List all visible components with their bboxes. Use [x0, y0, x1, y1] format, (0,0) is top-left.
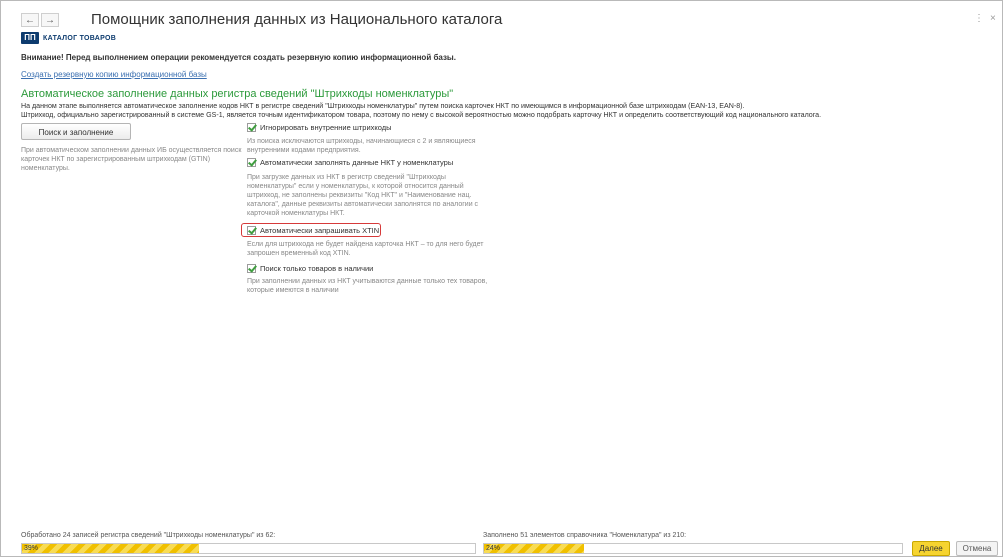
option-label: Поиск только товаров в наличии — [260, 264, 374, 273]
forward-arrow-icon[interactable]: → — [41, 13, 59, 27]
progress-percent: 39% — [24, 545, 39, 552]
option-auto-request-xtin[interactable]: Автоматически запрашивать XTIN — [247, 226, 379, 235]
checkbox-checked-icon[interactable] — [247, 123, 256, 132]
back-arrow-icon[interactable]: ← — [21, 13, 39, 27]
backup-warning: Внимание! Перед выполнением операции рек… — [21, 53, 456, 62]
cancel-button[interactable]: Отмена — [956, 541, 998, 556]
checkbox-checked-icon[interactable] — [247, 158, 256, 167]
section-title: Автоматическое заполнение данных регистр… — [21, 88, 454, 100]
option-hint: При загрузке данных из НКТ в регистр све… — [247, 174, 479, 217]
records-progress-bar: 39% — [21, 543, 476, 554]
section-description-line-1: На данном этапе выполняется автоматическ… — [21, 102, 745, 110]
search-and-fill-button[interactable]: Поиск и заполнение — [21, 123, 131, 140]
catalog-logo-text: КАТАЛОГ ТОВАРОВ — [43, 34, 117, 42]
next-button[interactable]: Далее — [912, 541, 950, 556]
window-title: Помощник заполнения данных из Национальн… — [91, 11, 503, 28]
assistant-window: ← → Помощник заполнения данных из Национ… — [0, 0, 1003, 557]
progress-fill — [22, 544, 199, 553]
create-backup-link[interactable]: Создать резервную копию информационной б… — [21, 70, 207, 79]
close-icon[interactable]: × — [990, 13, 996, 24]
items-progress-label: Заполнено 51 элементов справочника "Номе… — [483, 532, 687, 539]
option-in-stock-only[interactable]: Поиск только товаров в наличии — [247, 264, 373, 273]
option-autofill-nkt-data[interactable]: Автоматически заполнять данные НКТ у ном… — [247, 158, 453, 167]
checkbox-checked-icon[interactable] — [247, 226, 256, 235]
option-label: Автоматически заполнять данные НКТ у ном… — [260, 158, 454, 167]
option-hint: Если для штрихкода не будет найдена карт… — [247, 241, 484, 257]
catalog-logo-mark: ПП — [21, 32, 39, 44]
option-label: Игнорировать внутренние штрихкоды — [260, 123, 392, 132]
progress-percent: 24% — [486, 545, 501, 552]
search-hint: При автоматическом заполнении данных ИБ … — [21, 147, 242, 172]
option-hint: При заполнении данных из НКТ учитываются… — [247, 278, 488, 294]
checkbox-checked-icon[interactable] — [247, 264, 256, 273]
catalog-logo: ПП КАТАЛОГ ТОВАРОВ — [21, 31, 116, 45]
section-description-line-2: Штрихкод, официально зарегистрированный … — [21, 111, 822, 119]
option-ignore-internal-barcodes[interactable]: Игнорировать внутренние штрихкоды — [247, 123, 392, 132]
option-label: Автоматически запрашивать XTIN — [260, 226, 380, 235]
items-progress-bar: 24% — [483, 543, 903, 554]
records-progress-label: Обработано 24 записей регистра сведений … — [21, 532, 276, 539]
option-hint: Из поиска исключаются штрихкоды, начинаю… — [247, 138, 476, 154]
more-menu-icon[interactable]: ⋮ — [974, 13, 984, 24]
